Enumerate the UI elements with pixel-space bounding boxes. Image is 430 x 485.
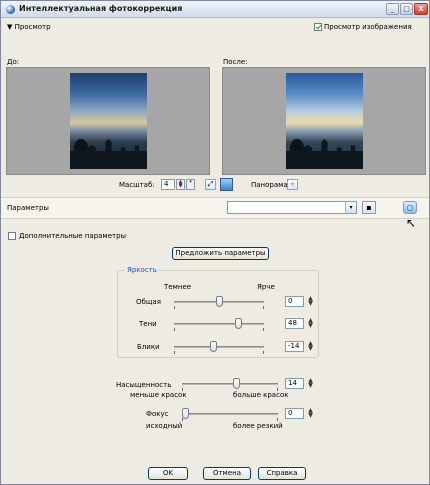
brightness-shadows-label: Тени xyxy=(139,320,157,328)
saturation-slider-ticks xyxy=(182,388,278,391)
minimize-button[interactable]: _ xyxy=(386,3,399,15)
saturation-slider-thumb[interactable] xyxy=(232,378,240,389)
fit-window-icon[interactable]: ⤢ xyxy=(205,179,216,190)
brightness-overall-slider-thumb[interactable] xyxy=(215,296,223,307)
after-preview-pane[interactable] xyxy=(222,67,426,175)
focus-value-input[interactable]: 0 xyxy=(285,408,304,419)
saturation-less-caption: меньше красок xyxy=(130,391,187,399)
app-globe-icon xyxy=(6,5,15,14)
pan-label: Панорама: xyxy=(251,181,291,189)
saturation-slider-track[interactable] xyxy=(182,383,278,385)
ok-button[interactable]: OK xyxy=(148,467,188,480)
chevron-down-icon[interactable]: ▾ xyxy=(345,202,356,213)
focus-slider-thumb[interactable] xyxy=(182,408,189,419)
triangle-down-icon: ▼ xyxy=(7,23,15,31)
brightness-highlights-value-input[interactable]: -14 xyxy=(285,341,304,352)
brightness-highlights-spinner[interactable]: ▲ ▼ xyxy=(307,341,314,352)
focus-original-caption: исходный xyxy=(146,422,183,430)
saturation-value-input[interactable]: 14 xyxy=(285,378,304,389)
brightness-shadows-slider-thumb[interactable] xyxy=(235,318,243,329)
advanced-options-row[interactable]: Дополнительные параметры xyxy=(8,232,126,240)
brightness-overall-value-input[interactable]: 0 xyxy=(285,296,304,307)
mouse-cursor-icon: ↖ xyxy=(406,216,417,230)
brighter-caption: Ярче xyxy=(257,283,275,291)
saturation-label: Насыщенность xyxy=(116,381,172,389)
show-preview-label: Просмотр изображения xyxy=(324,23,412,31)
save-preset-icon[interactable]: ▪ xyxy=(362,201,376,214)
before-photo xyxy=(70,73,147,169)
zoom-label: Масштаб: xyxy=(119,181,155,189)
window-title: Интеллектуальная фотокоррекция xyxy=(19,4,183,13)
brightness-shadows-value-input[interactable]: 48 xyxy=(285,318,304,329)
brightness-group-title: Яркость xyxy=(125,266,159,274)
focus-slider-track[interactable] xyxy=(182,413,278,415)
brightness-shadows-slider-ticks xyxy=(174,328,264,331)
brightness-shadows-spinner[interactable]: ▲ ▼ xyxy=(307,318,314,329)
zoom-magnifier-icon[interactable] xyxy=(220,178,233,191)
darker-caption: Темнее xyxy=(164,283,192,291)
show-preview-checkbox[interactable] xyxy=(314,23,322,31)
presets-label: Параметры xyxy=(7,204,49,212)
advanced-options-label: Дополнительные параметры xyxy=(19,232,127,240)
reset-preset-icon[interactable]: ○ xyxy=(403,201,417,214)
after-photo xyxy=(286,73,363,169)
saturation-more-caption: больше красок xyxy=(233,391,289,399)
advanced-options-checkbox[interactable] xyxy=(8,232,16,240)
cancel-button[interactable]: Отмена xyxy=(203,467,251,480)
brightness-highlights-slider-track[interactable] xyxy=(174,346,264,348)
preview-section-label: Просмотр xyxy=(14,23,51,31)
before-preview-pane[interactable] xyxy=(6,67,210,175)
brightness-overall-spinner[interactable]: ▲ ▼ xyxy=(307,296,314,307)
help-button[interactable]: Справка xyxy=(258,467,306,480)
after-label: После: xyxy=(223,58,248,66)
brightness-highlights-slider-thumb[interactable] xyxy=(209,341,217,352)
smart-photo-fix-dialog: Интеллектуальная фотокоррекция _ □ X ▼ П… xyxy=(0,0,430,485)
brightness-highlights-label: Блики xyxy=(137,343,160,351)
brightness-overall-label: Общая xyxy=(136,298,161,306)
brightness-highlights-slider-ticks xyxy=(174,351,264,354)
preview-section-toggle[interactable]: ▼ Просмотр xyxy=(7,23,51,31)
suggest-settings-button[interactable]: Предложить параметры xyxy=(172,247,269,260)
focus-label: Фокус xyxy=(146,410,169,418)
zoom-dropdown[interactable]: ▾ xyxy=(186,179,195,190)
saturation-spinner[interactable]: ▲ ▼ xyxy=(307,378,314,389)
presets-combobox[interactable]: ▾ xyxy=(227,201,357,214)
before-label: До: xyxy=(7,58,20,66)
pan-move-icon[interactable]: + xyxy=(287,179,298,190)
focus-slider-ticks xyxy=(182,418,278,421)
close-button[interactable]: X xyxy=(414,3,428,15)
zoom-input[interactable]: 4 xyxy=(161,179,175,190)
focus-sharper-caption: более резкий xyxy=(233,422,283,430)
brightness-shadows-slider-track[interactable] xyxy=(174,323,264,325)
zoom-spinner[interactable]: ▲ ▼ xyxy=(176,179,185,190)
show-preview-checkbox-row[interactable]: Просмотр изображения xyxy=(314,23,412,31)
focus-spinner[interactable]: ▲ ▼ xyxy=(307,408,314,419)
title-bar[interactable]: Интеллектуальная фотокоррекция _ □ X xyxy=(1,1,429,18)
maximize-button[interactable]: □ xyxy=(400,3,413,15)
